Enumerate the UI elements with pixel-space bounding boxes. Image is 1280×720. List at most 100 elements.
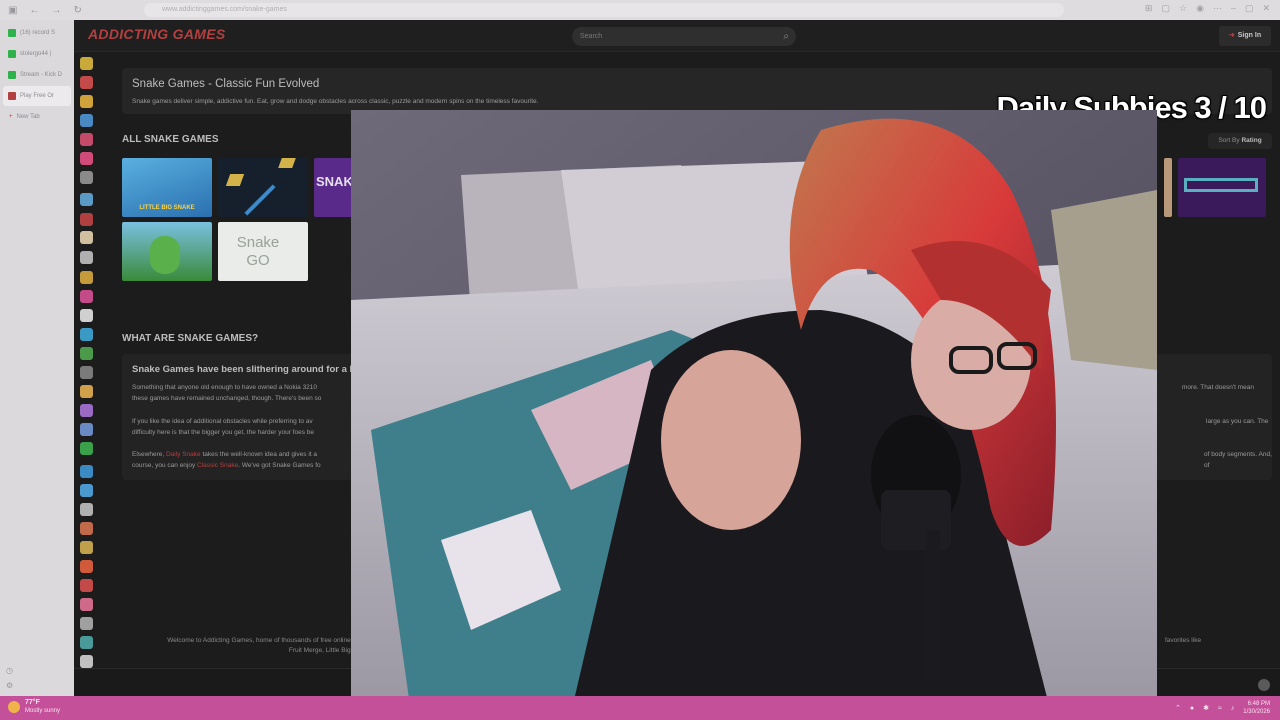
article-text: Elsewhere, [132, 451, 166, 458]
game-thumbnail[interactable]: Snake GO [218, 222, 308, 281]
category-icon[interactable] [80, 95, 93, 108]
profile-icon[interactable]: ◉ [1196, 3, 1204, 14]
game-thumbnail[interactable]: SNAKE [314, 158, 354, 217]
microphone-arm [926, 530, 940, 680]
article-line: course, you can enjoy Classic Snake. We'… [132, 461, 362, 472]
game-thumbnail[interactable]: LITTLE BIG SNAKE [122, 158, 212, 217]
category-icon[interactable] [80, 76, 93, 89]
forward-icon[interactable]: → [51, 5, 61, 16]
category-icon[interactable] [80, 442, 93, 455]
category-icon[interactable] [80, 423, 93, 436]
game-title: LITTLE BIG SNAKE [139, 205, 195, 211]
weather-widget[interactable]: 77°F Mostly sunny [8, 699, 60, 715]
chevron-up-icon[interactable]: ⌃ [1175, 704, 1181, 712]
sidebar-toggle-icon[interactable]: ▣ [8, 5, 17, 16]
category-icon[interactable] [80, 484, 93, 497]
sort-value: Rating [1241, 137, 1262, 144]
kick-favicon-icon [8, 71, 16, 79]
category-icon[interactable] [80, 636, 93, 649]
classic-snake-link[interactable]: Classic Snake [197, 462, 238, 469]
date: 1/30/2026 [1243, 709, 1270, 715]
history-icon[interactable]: ◷ [6, 666, 13, 675]
footer-text-line: Fruit Merge, Little Big Sna [288, 647, 364, 654]
category-icon[interactable] [80, 579, 93, 592]
game-thumbnail[interactable] [1178, 158, 1266, 217]
category-icon[interactable] [80, 465, 93, 478]
category-icon[interactable] [80, 57, 93, 70]
article-text: course, you can enjoy [132, 461, 198, 469]
category-icon[interactable] [80, 366, 93, 379]
category-icon[interactable] [80, 133, 93, 146]
minimize-icon[interactable]: – [1231, 3, 1236, 14]
article-text: . We've got Snake Games fo [238, 461, 321, 469]
time: 6:48 PM [1247, 701, 1270, 707]
bluetooth-icon[interactable]: ✱ [1203, 704, 1209, 712]
screenshot-icon[interactable]: ▢ [1161, 3, 1170, 14]
volume-icon[interactable]: ♪ [1231, 705, 1235, 712]
site-logo[interactable]: ADDICTING GAMES [88, 26, 226, 42]
wifi-icon[interactable]: ≈ [1218, 705, 1222, 712]
category-icon[interactable] [80, 598, 93, 611]
section-title-all-games: ALL SNAKE GAMES [122, 134, 219, 145]
search-icon[interactable]: ⌕ [783, 27, 789, 46]
tab-label: Play Free Or [20, 93, 55, 99]
category-icon[interactable] [80, 385, 93, 398]
category-icon[interactable] [80, 328, 93, 341]
tab-item-active[interactable]: Play Free Or [3, 86, 71, 106]
tab-item[interactable]: Stream - Kick D [3, 65, 71, 85]
category-icon[interactable] [80, 404, 93, 417]
category-icon[interactable] [80, 290, 93, 303]
article-text: more. That doesn't mean [1182, 384, 1254, 391]
address-bar[interactable]: www.addictinggames.com/snake-games [144, 3, 1064, 17]
game-thumbnail[interactable] [122, 222, 212, 281]
category-icon[interactable] [80, 503, 93, 516]
footer-blurb: Welcome to Addicting Games, home of thou… [154, 636, 364, 656]
article-text: large as you can. The [1206, 418, 1269, 425]
article-paragraph: Elsewhere, Daily Snake takes the well-kn… [132, 450, 362, 471]
article-paragraph: Something that anyone old enough to have… [132, 383, 362, 404]
new-tab-button[interactable]: + New Tab [3, 107, 71, 127]
category-icon[interactable] [80, 655, 93, 668]
daily-snake-link[interactable]: Daily Snake [166, 451, 201, 458]
game-thumbnail[interactable] [1164, 158, 1172, 217]
category-icon[interactable] [80, 171, 93, 184]
category-icon[interactable] [80, 231, 93, 244]
page-title: Snake Games - Classic Fun Evolved [132, 78, 320, 90]
section-title-what-are: WHAT ARE SNAKE GAMES? [122, 333, 259, 344]
sign-in-button[interactable]: ➜ Sign In [1219, 26, 1271, 46]
category-icon[interactable] [80, 347, 93, 360]
category-icon[interactable] [80, 541, 93, 554]
back-icon[interactable]: ← [29, 5, 39, 16]
category-icon[interactable] [80, 114, 93, 127]
article-text: takes the well-known idea and gives it a [200, 451, 317, 458]
sort-dropdown[interactable]: Sort By Rating [1208, 133, 1272, 149]
microphone-icon[interactable]: ● [1190, 705, 1194, 712]
game-thumbnail[interactable] [218, 158, 308, 217]
site-header: ADDICTING GAMES Search ⌕ ➜ Sign In [74, 20, 1280, 52]
category-icon[interactable] [80, 560, 93, 573]
category-icon[interactable] [80, 213, 93, 226]
category-icon[interactable] [80, 522, 93, 535]
category-icon[interactable] [80, 309, 93, 322]
game-title: SNAKE [316, 174, 354, 189]
maximize-icon[interactable]: ▢ [1245, 3, 1254, 14]
category-icon[interactable] [80, 193, 93, 206]
tab-item[interactable]: (16) record S [3, 23, 71, 43]
menu-icon[interactable]: ⋯ [1213, 3, 1222, 14]
close-icon[interactable]: ✕ [1262, 3, 1270, 14]
settings-icon[interactable]: ⚙ [6, 681, 13, 690]
snake-line-icon [244, 184, 276, 216]
category-icon[interactable] [80, 251, 93, 264]
sign-in-icon: ➜ [1228, 32, 1235, 39]
category-icon[interactable] [80, 271, 93, 284]
extensions-icon[interactable]: ⊞ [1145, 3, 1153, 14]
weather-condition: Mostly sunny [25, 708, 61, 714]
browser-toolbar-right: ⊞ ▢ ☆ ◉ ⋯ – ▢ ✕ [1145, 3, 1270, 14]
reload-icon[interactable]: ↻ [73, 5, 81, 16]
favorites-icon[interactable]: ☆ [1179, 3, 1187, 14]
scroll-to-top-button[interactable] [1258, 679, 1270, 691]
category-icon[interactable] [80, 617, 93, 630]
tab-item[interactable]: stolergo44 | [3, 44, 71, 64]
category-icon[interactable] [80, 152, 93, 165]
clock[interactable]: 6:48 PM 1/30/2026 [1243, 700, 1270, 716]
